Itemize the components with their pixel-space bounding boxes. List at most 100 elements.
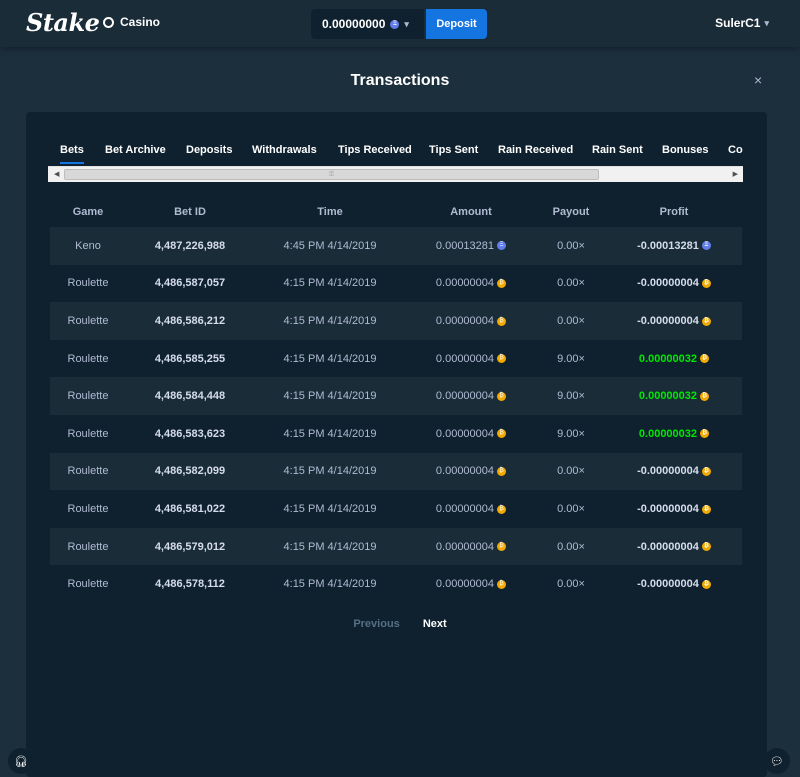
scroll-left-arrow-icon[interactable]: ◀ <box>54 170 59 178</box>
profit-value: -0.00000004 <box>637 277 699 290</box>
cell-bet-id[interactable]: 4,486,584,448 <box>126 377 254 415</box>
top-bar: Stake Casino 0.00000000 Ξ ▾ Deposit Sule… <box>0 0 800 47</box>
nav-casino[interactable]: Casino <box>103 15 160 29</box>
amount-value: 0.00000004 <box>435 277 495 290</box>
table-row[interactable]: Keno 4,487,226,988 4:45 PM 4/14/2019 0.0001… <box>50 227 742 265</box>
btc-coin-icon: ₿ <box>497 278 507 288</box>
cell-bet-id[interactable]: 4,487,226,988 <box>126 227 254 265</box>
table-row[interactable]: Roulette 4,486,578,112 4:15 PM 4/14/2019 0.… <box>50 565 742 603</box>
btc-coin-icon: ₿ <box>701 278 711 288</box>
profit-value: -0.00000004 <box>637 465 699 478</box>
cell-payout: 0.00× <box>536 527 606 566</box>
tab-tips-sent[interactable]: Tips Sent <box>429 140 478 160</box>
table-row[interactable]: Roulette 4,486,587,057 4:15 PM 4/14/2019 0.… <box>50 264 742 303</box>
cell-bet-id[interactable]: 4,486,582,099 <box>126 452 254 491</box>
cell-profit: -0.00000004 ₿ <box>606 302 742 340</box>
next-button[interactable]: Next <box>423 618 447 630</box>
close-icon[interactable]: × <box>754 72 762 88</box>
cell-time: 4:15 PM 4/14/2019 <box>254 339 406 378</box>
cell-payout: 0.00× <box>536 264 606 303</box>
balance-value: 0.00000000 <box>322 17 386 31</box>
tab-bet-archive[interactable]: Bet Archive <box>105 140 166 160</box>
table-row[interactable]: Roulette 4,486,586,212 4:15 PM 4/14/2019 0.… <box>50 302 742 340</box>
table-row[interactable]: Roulette 4,486,584,448 4:15 PM 4/14/2019 0.… <box>50 377 742 415</box>
cell-game: Roulette <box>50 302 126 340</box>
tab-deposits[interactable]: Deposits <box>186 140 232 160</box>
btc-coin-icon: ₿ <box>497 316 507 326</box>
cell-bet-id[interactable]: 4,486,583,623 <box>126 414 254 453</box>
tab-rain-sent[interactable]: Rain Sent <box>592 140 643 160</box>
headset-icon[interactable]: 🎧︎ <box>8 748 34 774</box>
cell-bet-id[interactable]: 4,486,579,012 <box>126 527 254 566</box>
eth-coin-icon: Ξ <box>390 19 400 29</box>
cell-game: Roulette <box>50 339 126 378</box>
cell-bet-id[interactable]: 4,486,578,112 <box>126 565 254 603</box>
amount-value: 0.00000004 <box>435 578 495 591</box>
table-row[interactable]: Roulette 4,486,583,623 4:15 PM 4/14/2019 0.… <box>50 414 742 453</box>
chat-icon[interactable]: 💬︎ <box>764 748 790 774</box>
cell-profit: -0.00000004 ₿ <box>606 264 742 303</box>
btc-coin-icon: ₿ <box>701 579 711 589</box>
cell-amount: 0.00000004 ₿ <box>406 527 536 566</box>
cell-profit: -0.00000004 ₿ <box>606 490 742 528</box>
user-menu[interactable]: SulerC1 ▾ <box>715 16 769 30</box>
cell-game: Roulette <box>50 264 126 303</box>
profit-value: -0.00000004 <box>637 314 699 327</box>
profit-value: -0.00000004 <box>637 502 699 515</box>
btc-coin-icon: ₿ <box>497 579 507 589</box>
transaction-tabs: Bets Bet Archive Deposits Withdrawals Ti… <box>48 140 743 164</box>
eth-coin-icon: Ξ <box>497 241 507 251</box>
cell-profit: -0.00000004 ₿ <box>606 452 742 491</box>
cell-payout: 9.00× <box>536 377 606 415</box>
tab-tips-received[interactable]: Tips Received <box>338 140 412 160</box>
btc-coin-icon: ₿ <box>497 466 507 476</box>
btc-coin-icon: ₿ <box>497 429 507 439</box>
cell-payout: 9.00× <box>536 414 606 453</box>
cell-time: 4:15 PM 4/14/2019 <box>254 490 406 528</box>
cell-payout: 0.00× <box>536 227 606 265</box>
btc-coin-icon: ₿ <box>700 354 710 364</box>
cell-bet-id[interactable]: 4,486,581,022 <box>126 490 254 528</box>
profit-value: 0.00000032 <box>638 390 698 403</box>
cell-amount: 0.00000004 ₿ <box>406 339 536 378</box>
cell-profit: -0.00000004 ₿ <box>606 527 742 566</box>
wallet-balance-dropdown[interactable]: 0.00000000 Ξ ▾ <box>311 9 424 39</box>
scrollbar-thumb[interactable]: ⦙⦙⦙ <box>64 169 599 180</box>
deposit-button[interactable]: Deposit <box>426 9 487 39</box>
table-row[interactable]: Roulette 4,486,581,022 4:15 PM 4/14/2019 0.… <box>50 490 742 528</box>
tabs-scrollbar[interactable]: ◀ ⦙⦙⦙ ▶ <box>48 166 743 182</box>
cell-amount: 0.00000004 ₿ <box>406 302 536 340</box>
cell-amount: 0.00000004 ₿ <box>406 565 536 603</box>
table-row[interactable]: Roulette 4,486,582,099 4:15 PM 4/14/2019 0.… <box>50 452 742 491</box>
table-row[interactable]: Roulette 4,486,585,255 4:15 PM 4/14/2019 0.… <box>50 339 742 378</box>
username: SulerC1 <box>715 16 761 30</box>
tab-co[interactable]: Co <box>728 140 743 160</box>
cell-time: 4:15 PM 4/14/2019 <box>254 527 406 566</box>
profit-value: -0.00000004 <box>637 578 699 591</box>
casino-icon <box>103 16 114 28</box>
amount-value: 0.00000004 <box>435 314 495 327</box>
btc-coin-icon: ₿ <box>497 542 507 552</box>
btc-coin-icon: ₿ <box>700 429 710 439</box>
cell-game: Roulette <box>50 414 126 453</box>
scroll-right-arrow-icon[interactable]: ▶ <box>733 170 738 178</box>
cell-profit: 0.00000032 ₿ <box>606 339 742 378</box>
table-row[interactable]: Roulette 4,486,579,012 4:15 PM 4/14/2019 0.… <box>50 527 742 566</box>
tab-bets[interactable]: Bets <box>60 140 84 164</box>
previous-button[interactable]: Previous <box>353 618 399 630</box>
tab-bonuses[interactable]: Bonuses <box>662 140 708 160</box>
cell-bet-id[interactable]: 4,486,585,255 <box>126 339 254 378</box>
tab-rain-received[interactable]: Rain Received <box>498 140 573 160</box>
cell-bet-id[interactable]: 4,486,587,057 <box>126 264 254 303</box>
btc-coin-icon: ₿ <box>497 504 507 514</box>
cell-profit: -0.00000004 ₿ <box>606 565 742 603</box>
stake-logo[interactable]: Stake <box>26 8 100 37</box>
cell-game: Roulette <box>50 527 126 566</box>
column-header-payout: Payout <box>552 206 590 218</box>
cell-time: 4:15 PM 4/14/2019 <box>254 302 406 340</box>
tab-withdrawals[interactable]: Withdrawals <box>252 140 317 160</box>
cell-bet-id[interactable]: 4,486,586,212 <box>126 302 254 340</box>
cell-amount: 0.00000004 ₿ <box>406 377 536 415</box>
cell-payout: 0.00× <box>536 490 606 528</box>
profit-value: 0.00000032 <box>638 352 698 365</box>
